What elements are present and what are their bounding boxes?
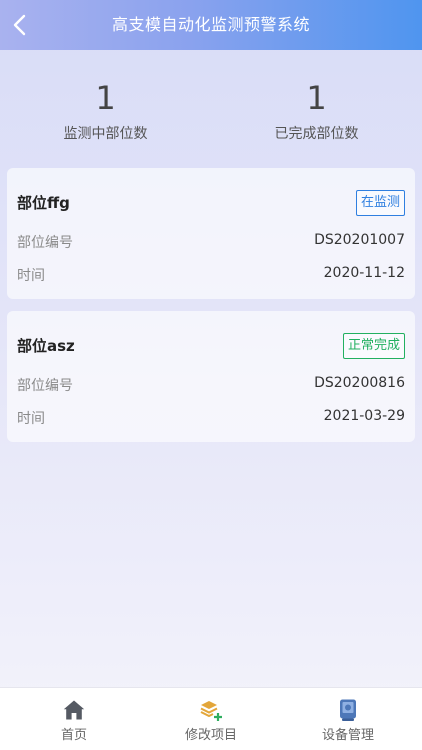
- stat-monitoring[interactable]: 1 监测中部位数: [0, 76, 211, 146]
- device-icon: [340, 699, 356, 721]
- stats-summary: 1 监测中部位数 1 已完成部位数: [0, 76, 422, 156]
- page-title: 高支模自动化监测预警系统: [111, 15, 310, 34]
- field-row: 部位编号 DS20200816: [17, 375, 405, 397]
- location-name: 部位ffg: [17, 194, 70, 212]
- tab-edit-project[interactable]: 修改项目: [141, 688, 281, 750]
- home-icon: [63, 700, 85, 720]
- layers-add-icon: [200, 701, 222, 721]
- field-label: 时间: [17, 268, 45, 284]
- status-badge: 正常完成: [342, 333, 405, 359]
- stat-monitoring-label: 监测中部位数: [63, 126, 148, 142]
- field-row: 时间 2021-03-29: [17, 408, 405, 430]
- location-card[interactable]: 部位asz 正常完成 部位编号 DS20200816 时间 2021-03-29: [7, 311, 415, 442]
- stat-monitoring-count: 1: [95, 79, 116, 117]
- field-value: 2021-03-29: [323, 408, 405, 424]
- top-bar: 高支模自动化监测预警系统: [0, 0, 422, 50]
- bottom-tab-bar: 首页 修改项目 设备管理: [0, 687, 422, 750]
- stat-completed-count: 1: [306, 79, 327, 117]
- status-badge: 在监测: [355, 190, 405, 216]
- field-value: DS20201007: [314, 232, 405, 248]
- tab-device-management[interactable]: 设备管理: [278, 688, 418, 750]
- field-label: 时间: [17, 411, 45, 427]
- tab-edit-project-label: 修改项目: [184, 728, 237, 743]
- field-row: 部位编号 DS20201007: [17, 232, 405, 254]
- field-row: 时间 2020-11-12: [17, 265, 405, 287]
- tab-home-label: 首页: [60, 728, 87, 743]
- field-value: 2020-11-12: [323, 265, 405, 281]
- field-value: DS20200816: [314, 375, 405, 391]
- location-name: 部位asz: [17, 337, 75, 355]
- tab-device-management-label: 设备管理: [321, 728, 374, 743]
- field-label: 部位编号: [17, 235, 73, 251]
- location-card[interactable]: 部位ffg 在监测 部位编号 DS20201007 时间 2020-11-12: [7, 168, 415, 299]
- stat-completed-label: 已完成部位数: [274, 126, 359, 142]
- stat-completed[interactable]: 1 已完成部位数: [211, 76, 422, 146]
- tab-home[interactable]: 首页: [4, 688, 144, 750]
- field-label: 部位编号: [17, 378, 73, 394]
